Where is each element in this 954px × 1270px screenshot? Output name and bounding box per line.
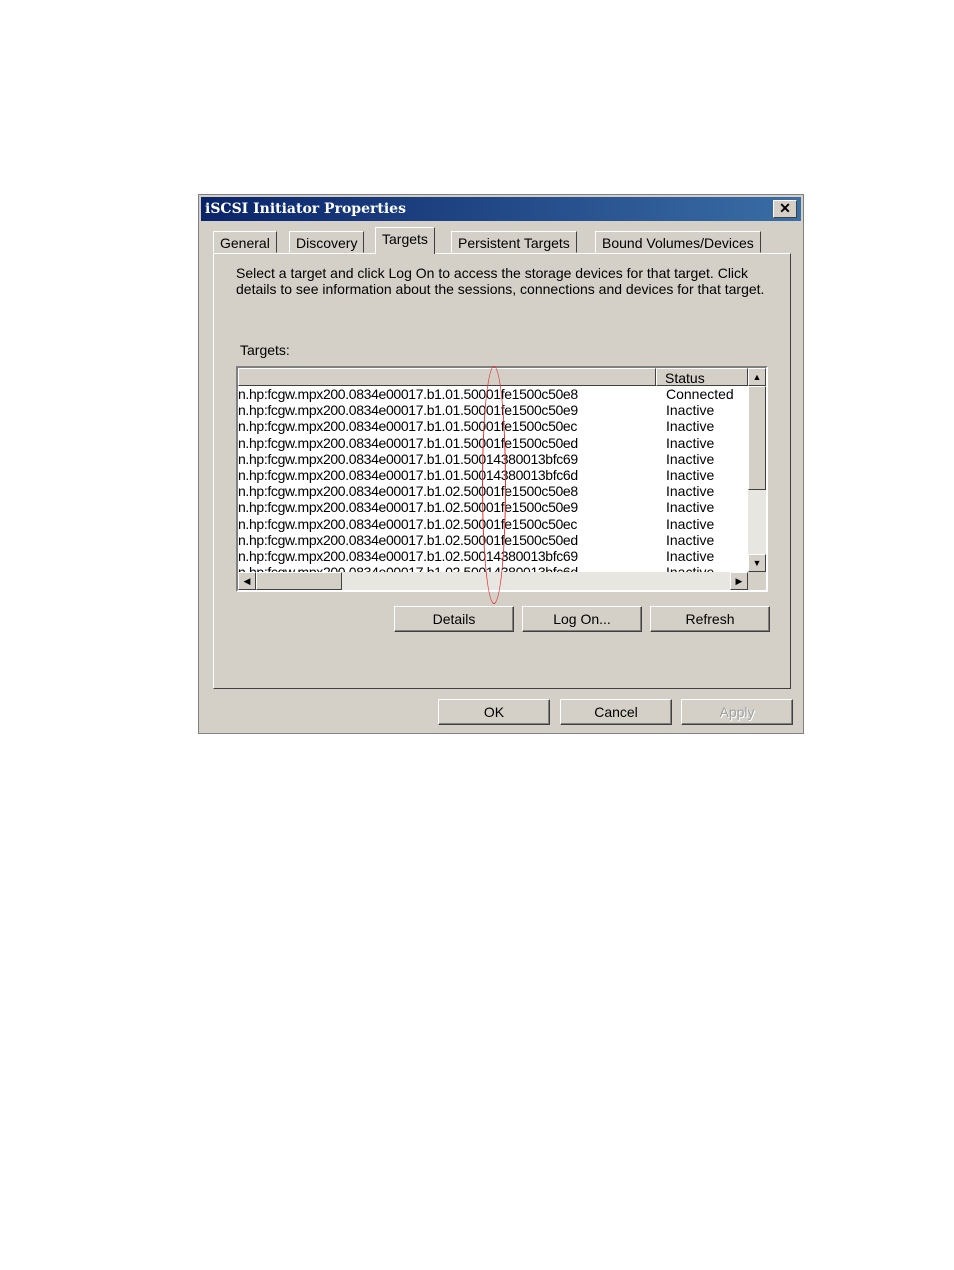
target-row[interactable]: n.hp:fcgw.mpx200.0834e00017.b1.02.50001f… [238,483,748,499]
scroll-right-icon[interactable]: ▶ [730,572,748,590]
cancel-button[interactable]: Cancel [560,699,672,725]
scroll-left-icon[interactable]: ◀ [238,572,256,590]
tab-discovery[interactable]: Discovery [289,231,365,253]
log-on-button[interactable]: Log On... [522,606,642,632]
target-status: Inactive [666,434,715,451]
target-status: Inactive [666,418,715,435]
target-status: Inactive [666,483,715,500]
target-row[interactable]: n.hp:fcgw.mpx200.0834e00017.b1.01.500143… [238,467,748,483]
column-header-name[interactable] [238,368,656,386]
list-header: Status [238,368,748,386]
horizontal-scrollbar[interactable]: ◀ ▶ [238,572,748,590]
target-row[interactable]: n.hp:fcgw.mpx200.0834e00017.b1.02.50001f… [238,532,748,548]
column-header-status[interactable]: Status [656,368,748,386]
targets-label: Targets: [240,342,290,358]
instructions-text: Select a target and click Log On to acce… [236,265,765,297]
target-row[interactable]: n.hp:fcgw.mpx200.0834e00017.b1.01.50001f… [238,402,748,418]
target-name: n.hp:fcgw.mpx200.0834e00017.b1.02.50001f… [238,483,578,500]
scroll-corner [748,572,766,590]
scroll-down-icon[interactable]: ▼ [748,554,766,572]
window-title: iSCSI Initiator Properties [205,201,406,217]
refresh-button[interactable]: Refresh [650,606,770,632]
targets-panel: Select a target and click Log On to acce… [213,253,791,689]
horizontal-scroll-thumb[interactable] [256,572,342,590]
target-status: Inactive [666,531,715,548]
tab-general[interactable]: General [213,231,277,253]
target-status: Inactive [666,499,715,516]
target-name: n.hp:fcgw.mpx200.0834e00017.b1.02.50001f… [238,515,578,532]
target-row[interactable]: n.hp:fcgw.mpx200.0834e00017.b1.01.50001f… [238,435,748,451]
target-status: Inactive [666,515,715,532]
tab-bound-volumes-devices[interactable]: Bound Volumes/Devices [595,231,761,253]
target-row[interactable]: n.hp:fcgw.mpx200.0834e00017.b1.02.50001f… [238,499,748,515]
target-status: Inactive [666,547,715,564]
target-name: n.hp:fcgw.mpx200.0834e00017.b1.02.500143… [238,547,578,564]
iscsi-initiator-dialog: iSCSI Initiator Properties ✕ General Dis… [198,194,804,734]
title-bar[interactable]: iSCSI Initiator Properties ✕ [201,197,801,221]
target-name: n.hp:fcgw.mpx200.0834e00017.b1.02.50001f… [238,531,578,548]
target-status: Connected [666,386,734,402]
scroll-up-icon[interactable]: ▲ [748,368,766,386]
target-status: Inactive [666,402,715,419]
tab-persistent-targets[interactable]: Persistent Targets [451,231,577,253]
details-button[interactable]: Details [394,606,514,632]
target-status: Inactive [666,466,715,483]
vertical-scrollbar[interactable]: ▲ ▼ [748,368,766,572]
vertical-scroll-thumb[interactable] [748,386,766,490]
target-row[interactable]: n.hp:fcgw.mpx200.0834e00017.b1.01.50001f… [238,386,748,402]
target-row[interactable]: n.hp:fcgw.mpx200.0834e00017.b1.01.50001f… [238,418,748,434]
target-status: Inactive [666,450,715,467]
target-name: n.hp:fcgw.mpx200.0834e00017.b1.01.50001f… [238,434,578,451]
apply-button: Apply [681,699,793,725]
target-name: n.hp:fcgw.mpx200.0834e00017.b1.01.50001f… [238,418,578,435]
ok-button[interactable]: OK [438,699,550,725]
target-name: n.hp:fcgw.mpx200.0834e00017.b1.01.50001f… [238,402,578,419]
close-icon[interactable]: ✕ [773,200,797,218]
tab-targets[interactable]: Targets [375,227,435,254]
target-row[interactable]: n.hp:fcgw.mpx200.0834e00017.b1.02.50001f… [238,516,748,532]
target-name: n.hp:fcgw.mpx200.0834e00017.b1.02.50001f… [238,499,578,516]
target-name: n.hp:fcgw.mpx200.0834e00017.b1.01.500143… [238,466,578,483]
target-name: n.hp:fcgw.mpx200.0834e00017.b1.01.500143… [238,450,578,467]
targets-list[interactable]: Status n.hp:fcgw.mpx200.0834e00017.b1.01… [236,366,768,592]
target-rows: n.hp:fcgw.mpx200.0834e00017.b1.01.50001f… [238,386,748,580]
target-row[interactable]: n.hp:fcgw.mpx200.0834e00017.b1.01.500143… [238,451,748,467]
target-row[interactable]: n.hp:fcgw.mpx200.0834e00017.b1.02.500143… [238,548,748,564]
target-name: n.hp:fcgw.mpx200.0834e00017.b1.01.50001f… [238,386,578,402]
